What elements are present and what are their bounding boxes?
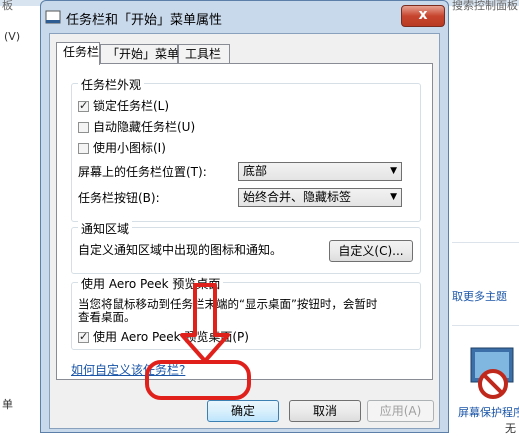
- checkbox-checked-icon: [78, 99, 89, 112]
- bg-screensaver-link[interactable]: 屏幕保护程序: [458, 404, 519, 420]
- dialog-title: 任务栏和「开始」菜单属性: [66, 13, 223, 28]
- appearance-group-title: 任务栏外观: [78, 76, 145, 93]
- aero-peek-description-line2: 查看桌面。: [78, 310, 136, 324]
- small-icons-label: 使用小图标(I): [93, 141, 166, 155]
- notification-area-group: 通知区域 自定义通知区域中出现的图标和通知。 自定义(C)...: [71, 220, 421, 274]
- ok-button[interactable]: 确定: [207, 400, 279, 422]
- chevron-down-icon: ▼: [390, 166, 397, 176]
- bg-menu-view[interactable]: (V): [4, 30, 20, 43]
- taskbar-location-select[interactable]: 底部 ▼: [238, 162, 402, 181]
- screensaver-icon[interactable]: [463, 344, 519, 402]
- customize-button[interactable]: 自定义(C)...: [329, 240, 413, 262]
- autohide-label: 自动隐藏任务栏(U): [93, 120, 196, 134]
- cancel-button[interactable]: 取消: [289, 400, 361, 422]
- taskbar-location-label: 屏幕上的任务栏位置(T):: [78, 165, 207, 179]
- annotation-down-arrow-icon: [180, 283, 230, 363]
- taskbar-buttons-select[interactable]: 始终合并、隐藏标签 ▼: [238, 188, 402, 207]
- chevron-down-icon: ▼: [390, 192, 397, 202]
- apply-button[interactable]: 应用(A): [367, 400, 434, 422]
- notification-group-title: 通知区域: [78, 220, 133, 237]
- close-icon: x: [418, 7, 428, 23]
- tab-start-menu[interactable]: 「开始」菜单: [100, 44, 179, 64]
- taskbar-location-value: 底部: [243, 164, 268, 178]
- tab-toolbars[interactable]: 工具栏: [178, 44, 230, 64]
- taskbar-icon: [45, 10, 61, 24]
- bg-left-text: 单: [2, 398, 13, 411]
- dialog-titlebar[interactable]: 任务栏和「开始」菜单属性 x: [41, 1, 448, 31]
- bg-none-text: 无: [505, 422, 516, 435]
- tab-panel-taskbar: 任务栏外观 锁定任务栏(L) 自动隐藏任务栏(U) 使用小图标(I) 屏幕上的任…: [56, 63, 433, 380]
- bg-get-more-themes-link[interactable]: 取更多主题: [452, 288, 507, 304]
- taskbar-buttons-label: 任务栏按钮(B):: [78, 191, 160, 205]
- close-button[interactable]: x: [401, 5, 445, 27]
- bg-search-box-text[interactable]: 搜索控制面板: [452, 0, 518, 13]
- aero-peek-group: 使用 Aero Peek 预览桌面 当您将鼠标移动到任务栏末端的“显示桌面”按钮…: [71, 275, 421, 350]
- lock-taskbar-label: 锁定任务栏(L): [93, 99, 170, 113]
- annotation-highlight-ring: [145, 360, 251, 400]
- taskbar-buttons-value: 始终合并、隐藏标签: [243, 190, 352, 204]
- appearance-group: 任务栏外观 锁定任务栏(L) 自动隐藏任务栏(U) 使用小图标(I) 屏幕上的任…: [71, 76, 421, 222]
- notification-description: 自定义通知区域中出现的图标和通知。: [78, 243, 283, 257]
- checkbox-unchecked-icon: [78, 143, 89, 154]
- autohide-checkbox[interactable]: 自动隐藏任务栏(U): [78, 118, 195, 135]
- checkbox-checked-icon: [78, 330, 89, 343]
- small-icons-checkbox[interactable]: 使用小图标(I): [78, 139, 166, 156]
- checkbox-unchecked-icon: [78, 122, 89, 133]
- bg-divider: [452, 242, 519, 243]
- bg-divider: [452, 325, 519, 326]
- bg-breadcrumb-1: 板: [2, 0, 13, 12]
- tab-taskbar[interactable]: 任务栏: [56, 42, 100, 65]
- lock-taskbar-checkbox[interactable]: 锁定任务栏(L): [78, 97, 169, 114]
